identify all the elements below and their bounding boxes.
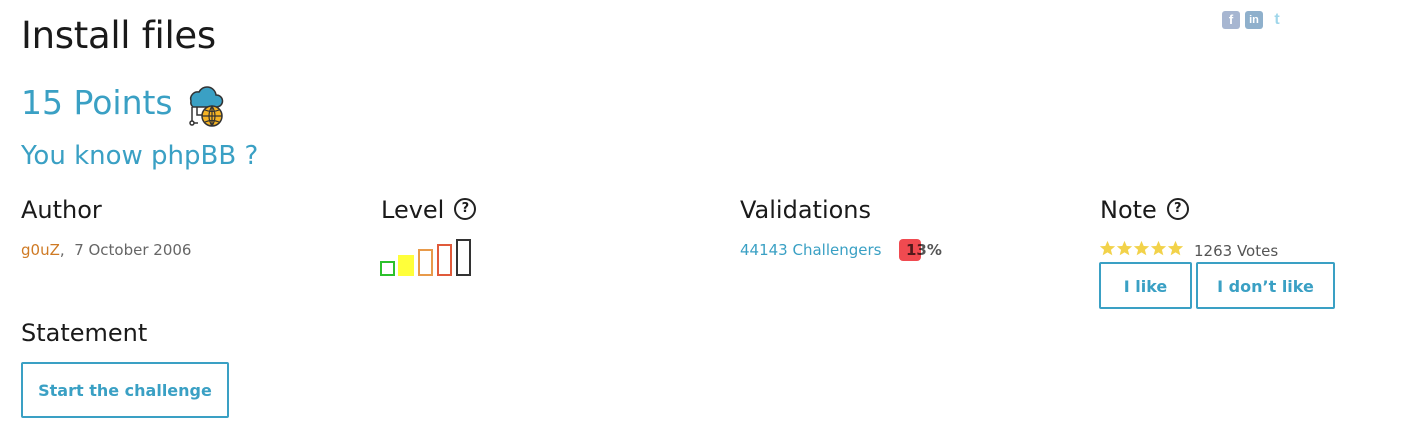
level-indicator	[380, 239, 471, 276]
author-date: 7 October 2006	[74, 241, 192, 259]
rating-stars	[1099, 240, 1184, 260]
linkedin-icon[interactable]: in	[1245, 11, 1263, 29]
validation-rate-badge: 13%	[899, 239, 942, 261]
note-help-icon[interactable]: ?	[1166, 198, 1189, 220]
level-bar-1	[380, 261, 395, 276]
note-heading: Note?	[1100, 195, 1189, 225]
level-help-icon[interactable]: ?	[454, 198, 477, 220]
star-icon[interactable]	[1133, 240, 1150, 257]
author-separator: ,	[59, 241, 65, 259]
vote-count: 1263 Votes	[1194, 242, 1279, 260]
level-bar-2	[398, 255, 414, 276]
level-heading: Level?	[381, 195, 477, 225]
star-icon[interactable]	[1099, 240, 1116, 257]
author-info: g0uZ, 7 October 2006	[21, 240, 191, 260]
star-icon[interactable]	[1116, 240, 1133, 257]
level-heading-label: Level	[381, 196, 445, 224]
level-bar-5	[456, 239, 471, 276]
statement-heading: Statement	[21, 319, 148, 347]
challenge-subtitle: You know phpBB ?	[21, 141, 259, 171]
note-heading-label: Note	[1100, 196, 1157, 224]
start-challenge-button[interactable]: Start the challenge	[21, 362, 229, 418]
author-heading: Author	[21, 196, 102, 224]
like-button[interactable]: I like	[1099, 262, 1192, 309]
validation-rate-text: 13%	[906, 241, 942, 259]
level-bar-3	[418, 249, 433, 276]
page-title: Install files	[21, 14, 216, 57]
twitter-icon[interactable]: t	[1268, 11, 1286, 29]
author-link[interactable]: g0uZ	[21, 241, 60, 259]
dislike-button[interactable]: I don’t like	[1196, 262, 1335, 309]
validations-heading: Validations	[740, 196, 872, 224]
cloud-network-icon	[189, 86, 224, 127]
challengers-link[interactable]: 44143 Challengers	[740, 240, 881, 260]
challenge-points: 15 Points	[21, 83, 173, 122]
social-share-bar: f in t	[1222, 11, 1291, 33]
star-icon[interactable]	[1167, 240, 1184, 257]
level-bar-4	[437, 244, 452, 276]
star-icon[interactable]	[1150, 240, 1167, 257]
facebook-icon[interactable]: f	[1222, 11, 1240, 29]
